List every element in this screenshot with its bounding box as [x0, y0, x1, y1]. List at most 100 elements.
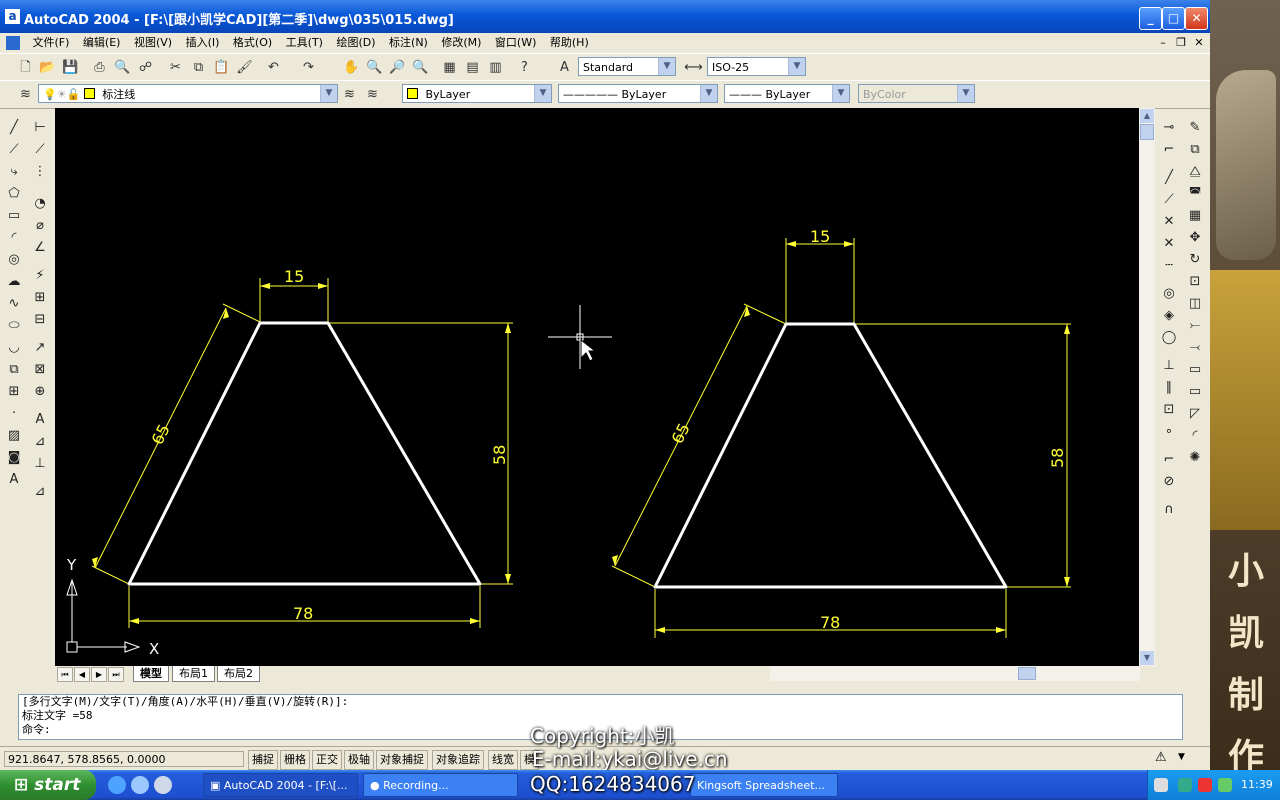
join-icon[interactable]: ▭	[1185, 382, 1205, 402]
cut-icon[interactable]: ✂	[166, 58, 185, 77]
match-properties-icon[interactable]: 🖌	[235, 58, 254, 77]
quicklaunch-icon[interactable]	[131, 776, 149, 794]
dim-edit-icon[interactable]: A	[30, 410, 50, 430]
explode-icon[interactable]: ✺	[1185, 448, 1205, 468]
vertical-scrollbar[interactable]: ▲ ▼	[1139, 108, 1155, 666]
point-icon[interactable]: ·	[4, 404, 24, 424]
horizontal-scroll-thumb[interactable]	[1018, 667, 1036, 680]
tab-layout2[interactable]: 布局2	[217, 666, 260, 682]
snap-from-icon[interactable]: ⌐	[1159, 140, 1179, 160]
fillet-icon[interactable]: ◜	[1185, 426, 1205, 446]
snap-tangent-icon[interactable]: ◯	[1159, 328, 1179, 348]
vertical-scroll-thumb[interactable]	[1140, 124, 1154, 140]
line-icon[interactable]: ╱	[4, 118, 24, 138]
break-icon[interactable]: ▭	[1185, 360, 1205, 380]
snap-center-icon[interactable]: ◎	[1159, 284, 1179, 304]
construction-line-icon[interactable]: ⟋	[4, 140, 24, 160]
menu-format[interactable]: 格式(O)	[228, 33, 277, 53]
snap-intersection-icon[interactable]: ✕	[1159, 212, 1179, 232]
extend-icon[interactable]: ⤙	[1185, 338, 1205, 358]
properties-icon[interactable]: ▦	[440, 58, 459, 77]
spline-icon[interactable]: ∿	[4, 294, 24, 314]
communication-center-icon[interactable]: ⚠	[1155, 750, 1167, 765]
aligned-dim-icon[interactable]: ⟋	[30, 140, 50, 160]
scale-icon[interactable]: ⊡	[1185, 272, 1205, 292]
horizontal-scrollbar[interactable]	[770, 666, 1140, 681]
quick-dim-icon[interactable]: ⚡	[30, 266, 50, 286]
tab-model[interactable]: 模型	[133, 666, 169, 682]
polyline-icon[interactable]: ⤷	[4, 162, 24, 182]
toggle-osnap[interactable]: 对象捕捉	[376, 750, 428, 770]
toggle-lineweight[interactable]: 线宽	[488, 750, 518, 770]
next-tab-icon[interactable]: ▶	[91, 667, 107, 682]
help-icon[interactable]: ?	[515, 58, 534, 77]
ie-icon[interactable]	[108, 776, 126, 794]
toggle-polar[interactable]: 极轴	[344, 750, 374, 770]
publish-icon[interactable]: ☍	[136, 58, 155, 77]
offset-icon[interactable]: ◚	[1185, 184, 1205, 204]
chamfer-icon[interactable]: ◸	[1185, 404, 1205, 424]
first-tab-icon[interactable]: ⏮	[57, 667, 73, 682]
linetype-select[interactable]: ————— ByLayer ▼	[558, 84, 718, 103]
open-icon[interactable]: 📂	[38, 58, 57, 77]
insert-block-icon[interactable]: ⧉	[4, 360, 24, 380]
task-recording[interactable]: ● Recording...	[363, 773, 518, 797]
quicklaunch-icon[interactable]	[154, 776, 172, 794]
dim-style-select[interactable]: ISO-25 ▼	[707, 57, 806, 76]
plot-icon[interactable]: ⎙	[90, 58, 109, 77]
make-block-icon[interactable]: ⊞	[4, 382, 24, 402]
dim-update-icon[interactable]: ⊥	[30, 454, 50, 474]
stretch-icon[interactable]: ◫	[1185, 294, 1205, 314]
erase-icon[interactable]: ✎	[1185, 118, 1205, 138]
layer-manager-icon[interactable]: ≋	[16, 85, 35, 104]
menu-help[interactable]: 帮助(H)	[545, 33, 594, 53]
zoom-realtime-icon[interactable]: 🔍	[365, 58, 384, 77]
color-select[interactable]: ByLayer ▼	[402, 84, 552, 103]
array-icon[interactable]: ▦	[1185, 206, 1205, 226]
continue-dim-icon[interactable]: ⊟	[30, 310, 50, 330]
task-autocad[interactable]: ▣ AutoCAD 2004 - [F:\[...	[203, 773, 358, 797]
menu-window[interactable]: 窗口(W)	[490, 33, 541, 53]
copy-object-icon[interactable]: ⧉	[1185, 140, 1205, 160]
drawing-canvas[interactable]: 15 78 58 65 15 78 58 65 Y X	[55, 108, 1139, 666]
tray-network-icon[interactable]	[1218, 778, 1232, 792]
rotate-icon[interactable]: ↻	[1185, 250, 1205, 270]
task-spreadsheet[interactable]: Kingsoft Spreadsheet...	[690, 773, 838, 797]
arc-icon[interactable]: ◜	[4, 228, 24, 248]
last-tab-icon[interactable]: ⏭	[108, 667, 124, 682]
design-center-icon[interactable]: ▤	[463, 58, 482, 77]
menu-draw[interactable]: 绘图(D)	[331, 33, 380, 53]
center-mark-icon[interactable]: ⊕	[30, 382, 50, 402]
angular-dim-icon[interactable]: ∠	[30, 238, 50, 258]
snap-apparent-icon[interactable]: ✕	[1159, 234, 1179, 254]
menu-insert[interactable]: 插入(I)	[181, 33, 225, 53]
start-button[interactable]: ⊞ start	[0, 770, 96, 800]
close-button[interactable]: ✕	[1185, 7, 1208, 30]
drawing-area[interactable]: 15 78 58 65 15 78 58 65 Y X	[55, 108, 1139, 666]
dim-style-icon[interactable]: ⟷	[684, 58, 703, 77]
new-icon[interactable]: 🗋	[16, 58, 35, 77]
tab-layout1[interactable]: 布局1	[172, 666, 215, 682]
toggle-grid[interactable]: 栅格	[280, 750, 310, 770]
layer-select[interactable]: 💡☀🔓 标注线 ▼	[38, 84, 338, 103]
menu-view[interactable]: 视图(V)	[129, 33, 177, 53]
zoom-previous-icon[interactable]: 🔍	[411, 58, 430, 77]
quick-leader-icon[interactable]: ↗	[30, 338, 50, 358]
prev-tab-icon[interactable]: ◀	[74, 667, 90, 682]
tool-palettes-icon[interactable]: ▥	[486, 58, 505, 77]
paste-icon[interactable]: 📋	[212, 58, 231, 77]
title-bar[interactable]: a AutoCAD 2004 - [F:\[跟小凯学CAD][第二季]\dwg\…	[0, 0, 1210, 33]
menu-tools[interactable]: 工具(T)	[281, 33, 328, 53]
text-style-select[interactable]: Standard ▼	[578, 57, 676, 76]
region-icon[interactable]: ◙	[4, 448, 24, 468]
tolerance-icon[interactable]: ⊠	[30, 360, 50, 380]
autocad-app-icon[interactable]: a	[5, 9, 20, 24]
radius-dim-icon[interactable]: ◔	[30, 194, 50, 214]
dim-style-manager-icon[interactable]: ⊿	[30, 482, 50, 502]
pan-icon[interactable]: ✋	[342, 58, 361, 77]
toggle-otrack[interactable]: 对象追踪	[432, 750, 484, 770]
scroll-down-icon[interactable]: ▼	[1140, 651, 1154, 665]
temp-tracking-icon[interactable]: ⊸	[1159, 118, 1179, 138]
minimize-button[interactable]: _	[1139, 7, 1162, 30]
make-layer-current-icon[interactable]: ≋	[340, 85, 359, 104]
